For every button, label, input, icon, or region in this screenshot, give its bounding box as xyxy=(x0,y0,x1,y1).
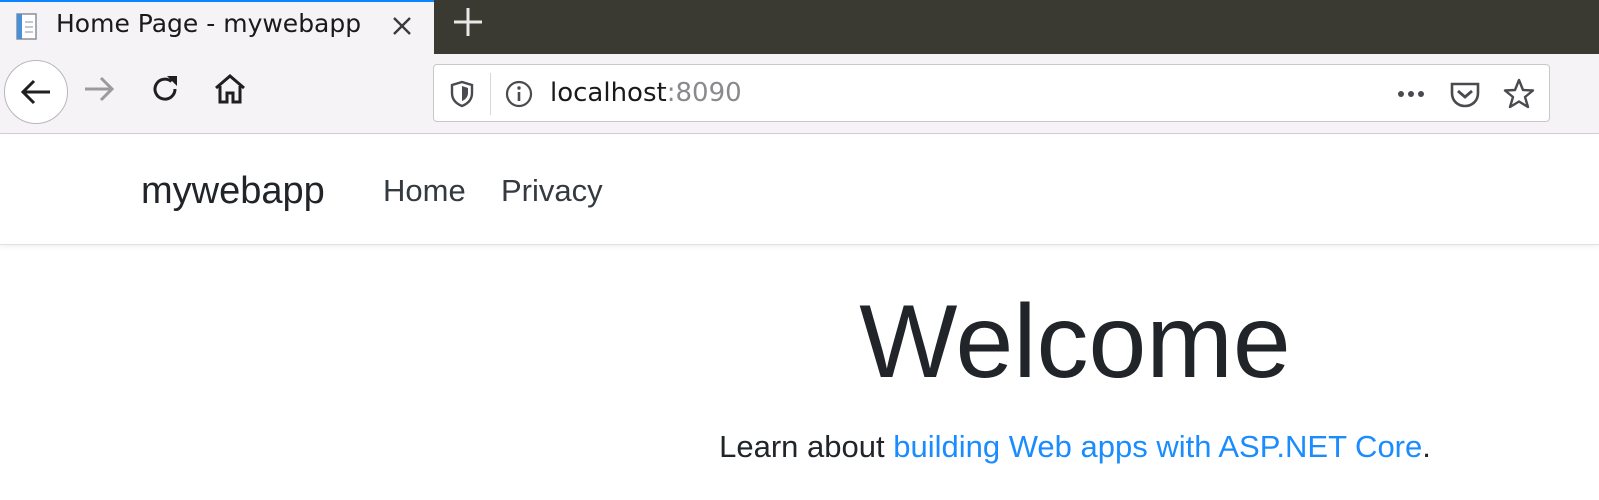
learn-suffix: . xyxy=(1422,429,1431,464)
reload-button[interactable] xyxy=(139,63,191,115)
site-brand-link[interactable]: mywebapp xyxy=(141,169,325,213)
home-icon xyxy=(212,71,248,107)
forward-button[interactable] xyxy=(74,63,126,115)
nav-link-privacy[interactable]: Privacy xyxy=(501,173,603,209)
reload-icon xyxy=(147,71,183,107)
aspnet-docs-link[interactable]: building Web apps with ASP.NET Core xyxy=(893,429,1422,464)
home-button[interactable] xyxy=(204,63,256,115)
shield-icon[interactable] xyxy=(448,79,476,109)
tab-title: Home Page - mywebapp xyxy=(56,9,362,38)
more-icon[interactable] xyxy=(1394,80,1430,108)
web-page: mywebapp Home Privacy Welcome Learn abou… xyxy=(0,135,1599,500)
tab-strip: Home Page - mywebapp xyxy=(0,0,1599,54)
address-bar[interactable]: localhost:8090 xyxy=(433,64,1550,122)
page-icon xyxy=(14,12,42,42)
star-icon[interactable] xyxy=(1502,77,1536,111)
address-separator xyxy=(490,73,491,115)
tab-active[interactable]: Home Page - mywebapp xyxy=(0,0,434,54)
back-arrow-icon xyxy=(18,74,54,110)
nav-toolbar: localhost:8090 xyxy=(0,54,1599,134)
info-icon[interactable] xyxy=(504,79,534,109)
close-icon[interactable] xyxy=(386,10,418,42)
nav-link-home[interactable]: Home xyxy=(383,173,466,209)
url-host: localhost xyxy=(550,78,667,108)
url-text[interactable]: localhost:8090 xyxy=(550,77,742,109)
site-navbar: mywebapp Home Privacy xyxy=(0,135,1599,245)
back-button[interactable] xyxy=(4,60,68,124)
plus-icon[interactable] xyxy=(450,4,486,40)
pocket-icon[interactable] xyxy=(1448,78,1482,110)
page-title: Welcome xyxy=(859,284,1291,400)
url-port: :8090 xyxy=(666,78,742,108)
learn-paragraph: Learn about building Web apps with ASP.N… xyxy=(0,427,1599,467)
learn-prefix: Learn about xyxy=(719,429,894,464)
forward-arrow-icon xyxy=(82,71,118,107)
